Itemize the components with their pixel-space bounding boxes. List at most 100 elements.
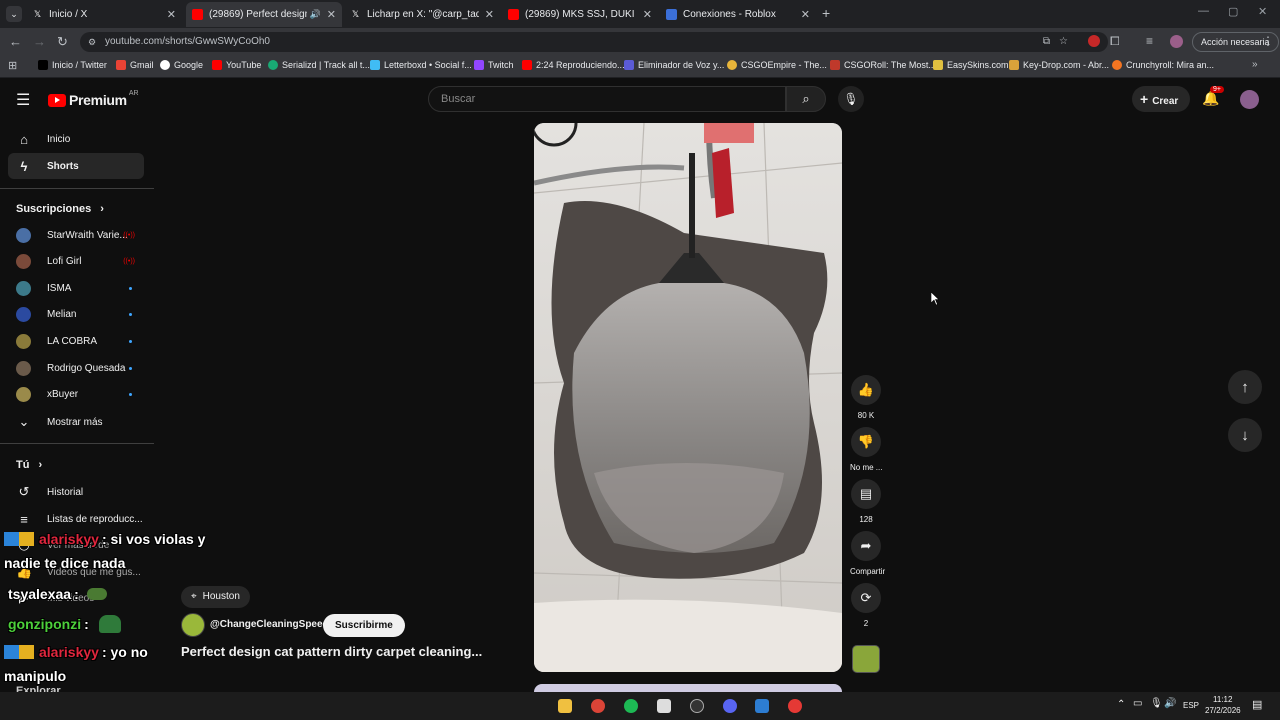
app-window-icon[interactable] <box>755 699 769 713</box>
hamburger-menu-icon[interactable]: ☰ <box>16 90 30 110</box>
chat-message: : yo no <box>101 644 148 660</box>
bookmark-item[interactable]: CSGORoll: The Most... <box>830 60 936 70</box>
new-tab-button[interactable]: + <box>822 5 830 21</box>
tab-2[interactable]: 𝕏 Licharp en X: "@carp_tade @Sh ✕ <box>344 2 500 27</box>
subscriptions-heading[interactable]: Suscripciones › <box>16 203 104 215</box>
bookmark-item[interactable]: Crunchyroll: Mira an... <box>1112 60 1214 70</box>
reload-icon[interactable]: ↻ <box>57 34 68 50</box>
sound-thumbnail[interactable] <box>852 645 880 673</box>
url-field[interactable]: ⚙ youtube.com/shorts/GwwSWyCoOh0 ⧉ ☆ <box>80 32 1108 52</box>
close-icon[interactable]: ✕ <box>485 8 494 21</box>
sidebar-item-subscription[interactable]: Rodrigo Quesada <box>8 355 144 381</box>
volume-icon[interactable]: 🔊 <box>1164 698 1176 709</box>
sidebar-item-subscription[interactable]: StarWraith Varie... ((•)) <box>8 222 144 248</box>
forward-arrow-icon[interactable]: → <box>33 34 46 49</box>
like-button[interactable]: 👍 80 K <box>850 375 882 420</box>
back-arrow-icon[interactable]: ← <box>9 34 22 49</box>
maximize-button[interactable]: ▢ <box>1228 5 1238 18</box>
discord-icon[interactable] <box>723 699 737 713</box>
previous-short-button[interactable]: ↑ <box>1228 370 1262 404</box>
sidebar-item-subscription[interactable]: xBuyer <box>8 382 144 408</box>
notifications-tray-icon[interactable]: ▤ <box>1252 698 1262 711</box>
bookmark-item[interactable]: YouTube <box>212 60 261 70</box>
red-app-icon[interactable] <box>788 699 802 713</box>
tab-4[interactable]: Conexiones - Roblox ✕ <box>660 2 816 27</box>
language-indicator[interactable]: ESP <box>1183 701 1199 710</box>
tab-1[interactable]: (29869) Perfect design cat p 🔊 ✕ <box>186 2 342 27</box>
extension-icon[interactable] <box>1088 35 1100 47</box>
bookmark-item[interactable]: Inicio / Twitter <box>38 60 107 70</box>
sidebar-item-home[interactable]: ⌂ Inicio <box>8 126 144 152</box>
sidebar-item-shorts[interactable]: ϟ Shorts <box>8 153 144 179</box>
site-info-icon[interactable]: ⚙ <box>88 32 96 52</box>
bookmark-item[interactable]: Gmail <box>116 60 154 70</box>
sidebar-item-subscription[interactable]: LA COBRA <box>8 328 144 354</box>
bookmark-item[interactable]: Google <box>160 60 203 70</box>
chrome-icon[interactable] <box>591 699 605 713</box>
csgoroll-icon <box>830 60 840 70</box>
bookmark-item[interactable]: Key-Drop.com - Abr... <box>1009 60 1109 70</box>
speaker-icon[interactable]: 🔊 <box>310 9 321 20</box>
you-heading[interactable]: Tú › <box>16 459 42 471</box>
like-count: 80 K <box>857 411 875 420</box>
subscribe-button[interactable]: Suscribirme <box>323 614 405 637</box>
sidebar-item-subscription[interactable]: Melian <box>8 302 144 328</box>
more-bookmarks-icon[interactable]: » <box>1252 59 1258 70</box>
user-avatar[interactable] <box>1240 90 1259 109</box>
channel-avatar[interactable] <box>181 613 205 637</box>
profile-avatar[interactable] <box>1170 35 1183 48</box>
bookmark-label: EasySkins.com <box>947 60 1009 70</box>
short-video-player[interactable] <box>534 123 842 672</box>
close-window-button[interactable]: ✕ <box>1258 5 1267 18</box>
remix-button[interactable]: ⟳ 2 <box>850 583 882 628</box>
close-icon[interactable]: ✕ <box>327 8 336 21</box>
channel-name[interactable]: @ChangeCleaningSpeedy <box>210 619 334 630</box>
bookmark-item[interactable]: EasySkins.com <box>933 60 1009 70</box>
bookmark-item[interactable]: Letterboxd • Social f... <box>370 60 472 70</box>
search-button[interactable]: ⌕ <box>786 86 826 112</box>
notifications-button[interactable]: 🔔 9+ <box>1202 86 1224 107</box>
tab-search-button[interactable]: ⌄ <box>6 6 22 22</box>
bookmark-item[interactable]: Eliminador de Voz y... <box>624 60 724 70</box>
spotify-icon[interactable] <box>624 699 638 713</box>
bookmark-item[interactable]: 2:24 Reproduciendo... <box>522 60 625 70</box>
tab-0[interactable]: 𝕏 Inicio / X ✕ <box>26 2 182 27</box>
comments-button[interactable]: ▤ 128 <box>850 479 882 524</box>
sidebar-item-playlists[interactable]: ≡ Listas de reproducc... <box>8 506 144 532</box>
search-input[interactable]: Buscar <box>428 86 786 112</box>
notepad-icon[interactable] <box>657 699 671 713</box>
clock-date[interactable]: 27/2/2026 <box>1205 706 1241 715</box>
minimize-button[interactable]: — <box>1198 5 1209 17</box>
tray-chevron-up-icon[interactable]: ⌃ <box>1117 699 1125 710</box>
file-explorer-icon[interactable] <box>558 699 572 713</box>
obs-icon[interactable] <box>690 699 704 713</box>
close-icon[interactable]: ✕ <box>643 8 652 21</box>
clock-time[interactable]: 11:12 <box>1213 695 1232 704</box>
location-chip[interactable]: ⌖ Houston <box>181 586 250 608</box>
apps-grid-icon[interactable]: ⊞ <box>8 59 17 72</box>
sidebar-item-subscription[interactable]: ISMA <box>8 275 144 301</box>
next-short-button[interactable]: ↓ <box>1228 418 1262 452</box>
create-button[interactable]: + Crear <box>1132 86 1190 112</box>
youtube-logo[interactable]: Premium AR <box>48 90 139 108</box>
star-icon[interactable]: ☆ <box>1059 32 1068 52</box>
short-title[interactable]: Perfect design cat pattern dirty carpet … <box>181 644 482 659</box>
show-more-button[interactable]: ⌄ Mostrar más <box>8 409 144 435</box>
media-control-icon[interactable]: ≡ <box>1146 34 1153 48</box>
share-button[interactable]: ➦ Compartir <box>850 531 885 576</box>
dislike-button[interactable]: 👎 No me ... <box>850 427 882 472</box>
close-icon[interactable]: ✕ <box>167 8 176 21</box>
close-icon[interactable]: ✕ <box>801 8 810 21</box>
puzzle-icon[interactable]: ⧠ <box>1110 34 1120 49</box>
menu-kebab-icon[interactable]: ⋮ <box>1262 34 1274 48</box>
microphone-tray-icon[interactable]: 🎙 <box>1150 698 1163 709</box>
voice-search-button[interactable]: 🎙 <box>838 86 864 112</box>
sidebar-item-history[interactable]: ↺ Historial <box>8 479 144 505</box>
sidebar-item-subscription[interactable]: Lofi Girl ((•)) <box>8 249 144 275</box>
tab-3[interactable]: (29869) MKS SSJ, DUKI - TU SIL ✕ <box>502 2 658 27</box>
bookmark-item[interactable]: Twitch <box>474 60 514 70</box>
bookmark-item[interactable]: CSGOEmpire - The... <box>727 60 827 70</box>
network-icon[interactable]: ▭ <box>1133 698 1142 709</box>
bookmark-item[interactable]: Serializd | Track all t... <box>268 60 370 70</box>
cast-icon[interactable]: ⧉ <box>1043 32 1050 52</box>
